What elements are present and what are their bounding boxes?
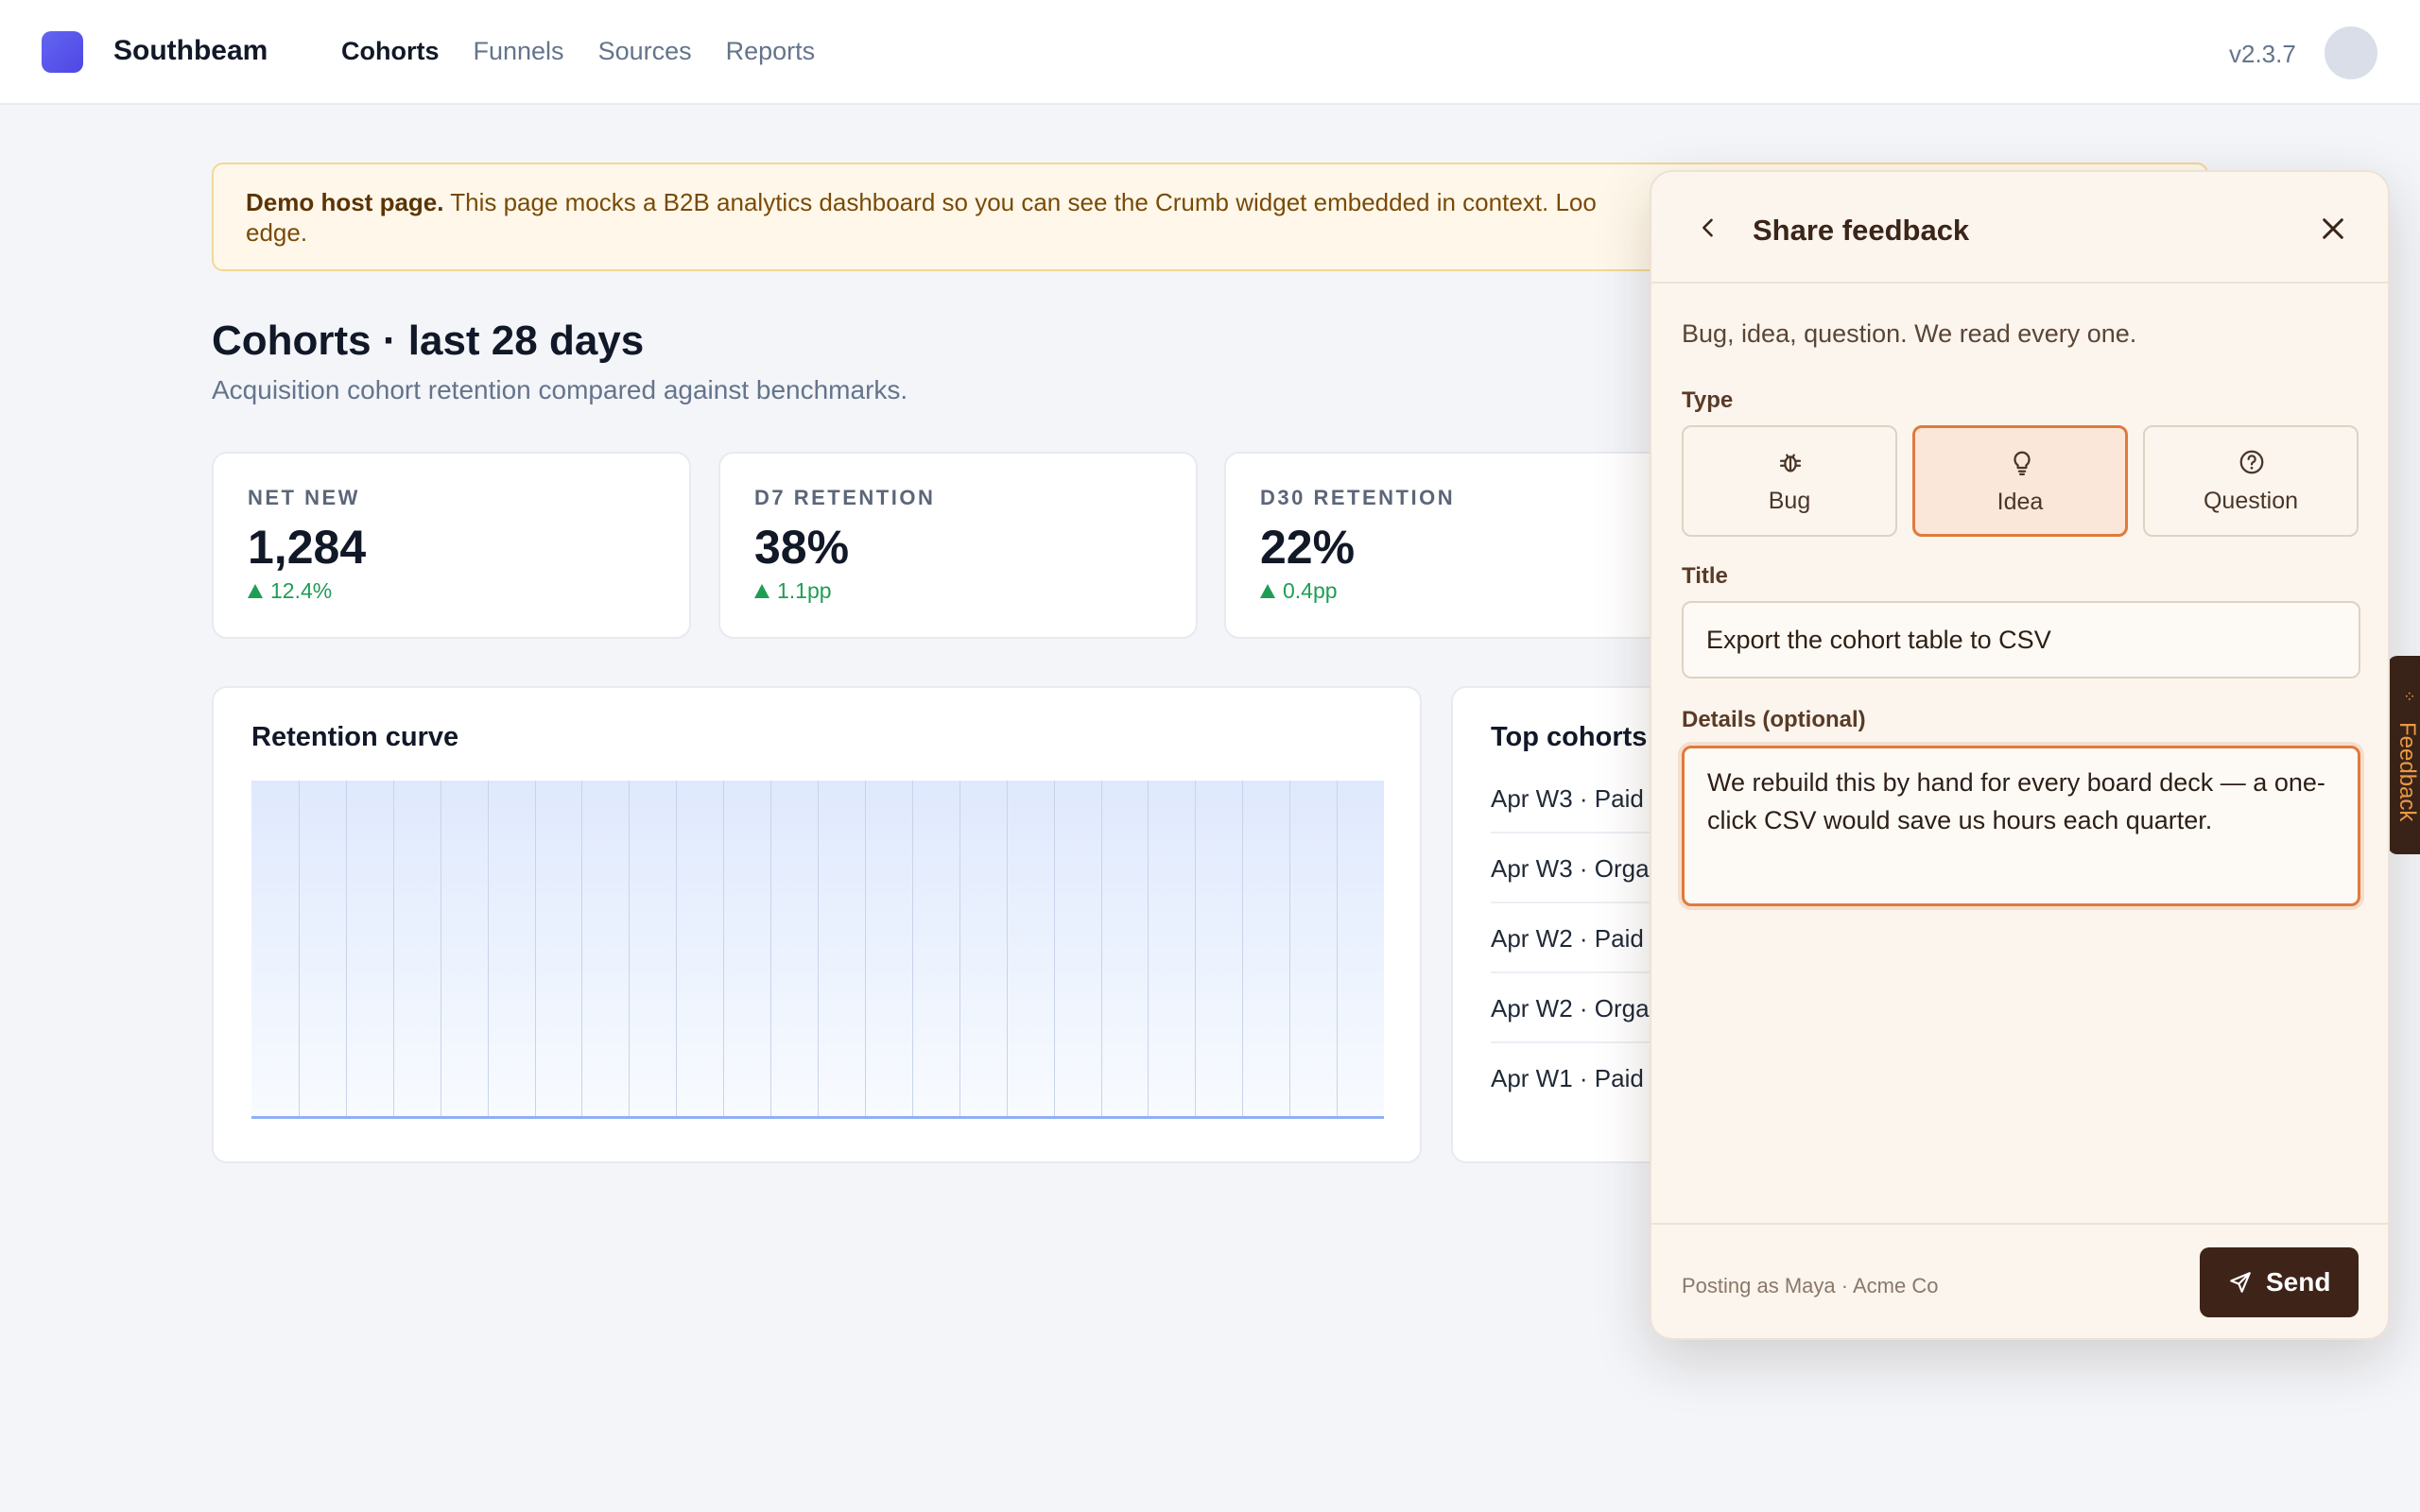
banner-bold-text: Demo host page.: [246, 188, 444, 216]
nav-item-sources[interactable]: Sources: [598, 37, 692, 66]
title-input[interactable]: Export the cohort table to CSV: [1682, 601, 2360, 679]
page-subtitle: Acquisition cohort retention compared ag…: [212, 375, 908, 404]
title-field-label: Title: [1682, 563, 1728, 589]
chart-gridline: [723, 781, 725, 1116]
stat-delta-value: 1.1pp: [777, 578, 832, 603]
banner-text-line2: edge.: [246, 218, 308, 247]
widget-header: Share feedback: [1651, 172, 2388, 284]
brand-logo[interactable]: [42, 31, 83, 73]
panel-title: Retention curve: [251, 722, 459, 752]
retention-curve-panel: Retention curve: [212, 686, 1422, 1163]
send-button[interactable]: Send: [2200, 1247, 2359, 1317]
type-option-question[interactable]: Question: [2143, 425, 2359, 537]
chart-gridline: [864, 781, 866, 1116]
type-label: Type: [1682, 387, 1734, 413]
nav-item-cohorts[interactable]: Cohorts: [341, 37, 440, 66]
chart-gridline: [487, 781, 489, 1116]
chart-gridline: [1148, 781, 1150, 1116]
chart-gridline: [1195, 781, 1197, 1116]
trend-up-icon: [248, 584, 263, 598]
chart-gridline: [911, 781, 913, 1116]
lightbulb-icon: [2014, 451, 2031, 475]
chart-gridline: [298, 781, 300, 1116]
widget-title: Share feedback: [1753, 214, 1970, 247]
stat-delta-value: 0.4pp: [1283, 578, 1338, 603]
chart-gridline: [1289, 781, 1291, 1116]
sparkle-icon: ⁘: [2400, 690, 2416, 703]
type-option-label: Question: [2203, 488, 2299, 514]
banner-text: This page mocks a B2B analytics dashboar…: [443, 188, 1597, 216]
chart-gridline: [1006, 781, 1008, 1116]
widget-footer: Posting as Maya · Acme Co Send: [1651, 1223, 2388, 1338]
type-option-bug[interactable]: Bug: [1682, 425, 1897, 537]
stat-label: D7 RETENTION: [754, 486, 936, 509]
retention-chart: [251, 781, 1384, 1119]
back-arrow-icon[interactable]: [1695, 215, 1721, 241]
stat-delta: 12.4%: [248, 578, 655, 604]
chart-gridline: [534, 781, 536, 1116]
stat-value: 22%: [1260, 521, 1356, 574]
details-textarea[interactable]: We rebuild this by hand for every board …: [1682, 746, 2360, 906]
chart-gridline: [581, 781, 583, 1116]
chart-gridline: [1337, 781, 1339, 1116]
chart-gridline: [392, 781, 394, 1116]
stat-card-d30-retention: D30 RETENTION 22% 0.4pp: [1224, 452, 1703, 639]
stat-label: D30 RETENTION: [1260, 486, 1456, 509]
feedback-widget: Share feedback Bug, idea, question. We r…: [1650, 170, 2390, 1340]
main-nav: Cohorts Funnels Sources Reports: [341, 37, 815, 66]
trend-up-icon: [1260, 584, 1275, 598]
stat-delta: 1.1pp: [754, 578, 1162, 604]
details-field-label: Details (optional): [1682, 707, 1866, 732]
feedback-launcher-tab[interactable]: ⁘ Feedback: [2388, 656, 2420, 854]
stat-label: NET NEW: [248, 486, 360, 509]
panel-title: Top cohorts: [1491, 722, 1648, 752]
brand-name: Southbeam: [113, 35, 268, 66]
chart-gridline: [1242, 781, 1244, 1116]
nav-item-funnels[interactable]: Funnels: [474, 37, 564, 66]
question-circle-icon: [2239, 450, 2264, 474]
widget-intro: Bug, idea, question. We read every one.: [1682, 319, 2137, 348]
posting-as-text: Posting as Maya · Acme Co: [1682, 1274, 1939, 1297]
version-label: v2.3.7: [2229, 40, 2296, 68]
chart-gridline: [959, 781, 960, 1116]
type-option-idea[interactable]: Idea: [1912, 425, 2128, 537]
chart-gridline: [1053, 781, 1055, 1116]
stat-card-d7-retention: D7 RETENTION 38% 1.1pp: [718, 452, 1198, 639]
stat-delta: 0.4pp: [1260, 578, 1668, 604]
type-option-label: Bug: [1768, 488, 1811, 514]
send-button-label: Send: [2266, 1267, 2331, 1297]
nav-item-reports[interactable]: Reports: [726, 37, 816, 66]
chart-gridline: [818, 781, 819, 1116]
stat-delta-value: 12.4%: [270, 578, 333, 603]
page-title: Cohorts · last 28 days: [212, 318, 645, 364]
stat-card-net-new: NET NEW 1,284 12.4%: [212, 452, 691, 639]
feedback-tab-label: Feedback: [2394, 722, 2420, 822]
chart-gridline: [770, 781, 772, 1116]
stat-value: 1,284: [248, 521, 367, 574]
top-navbar: Southbeam Cohorts Funnels Sources Report…: [0, 0, 2420, 105]
chart-gridline: [676, 781, 678, 1116]
trend-up-icon: [754, 584, 769, 598]
chart-gridline: [345, 781, 347, 1116]
chart-gridline: [629, 781, 631, 1116]
close-icon[interactable]: [2318, 214, 2348, 244]
avatar[interactable]: [2325, 26, 2377, 79]
send-icon: [2230, 1272, 2251, 1293]
stat-value: 38%: [754, 521, 850, 574]
bug-icon: [1779, 454, 1802, 472]
type-option-label: Idea: [1996, 489, 2044, 515]
chart-gridline: [1100, 781, 1102, 1116]
